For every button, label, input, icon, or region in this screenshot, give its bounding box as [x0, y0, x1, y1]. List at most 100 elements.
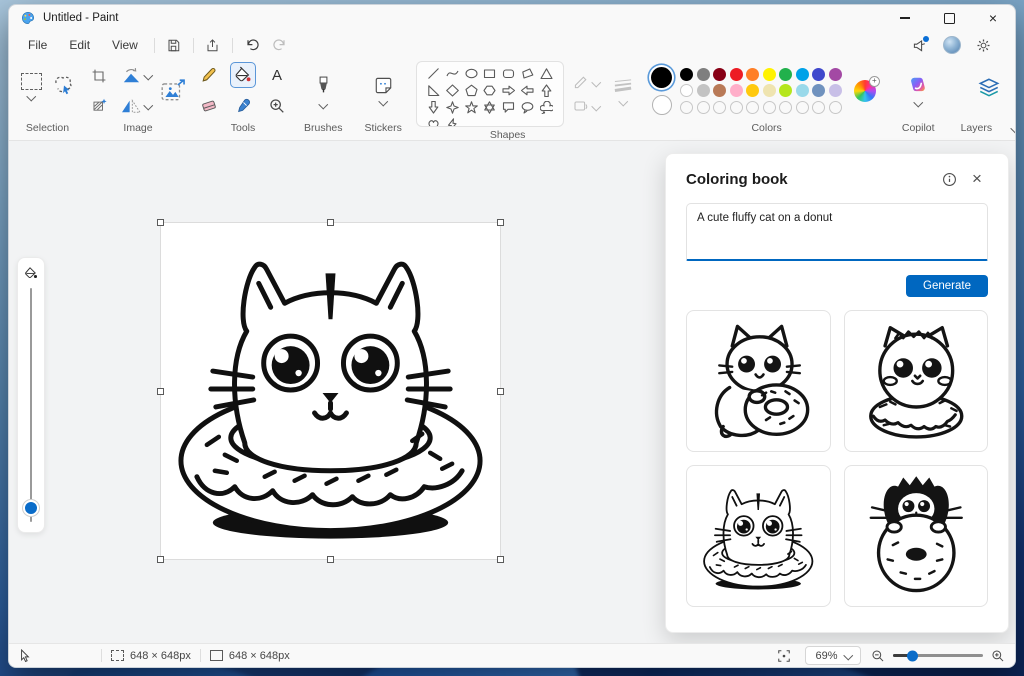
palette-swatch-1-9[interactable] — [828, 67, 842, 81]
shape-oval-bubble-icon[interactable] — [521, 100, 535, 114]
brushes-button[interactable] — [315, 74, 332, 109]
palette-swatch-2-7[interactable] — [795, 84, 809, 97]
palette-swatch-empty[interactable] — [746, 100, 760, 114]
shape-arrow-left-icon[interactable] — [521, 83, 535, 97]
palette-swatch-2-2[interactable] — [713, 84, 727, 97]
palette-swatch-empty[interactable] — [713, 100, 727, 114]
fill-tool[interactable] — [230, 62, 256, 88]
fit-to-screen-button[interactable] — [777, 649, 791, 663]
free-form-select-tool[interactable] — [52, 74, 74, 101]
copilot-button[interactable] — [908, 75, 929, 108]
shape-hexagon-icon[interactable] — [483, 83, 497, 97]
account-avatar[interactable] — [943, 36, 961, 54]
slider-track[interactable] — [23, 288, 39, 522]
selection-handle-nw[interactable] — [157, 219, 164, 226]
thumbnail-cat-hugging-donut[interactable] — [686, 310, 831, 452]
close-button[interactable]: × — [971, 5, 1015, 31]
selection-handle-sw[interactable] — [157, 556, 164, 563]
shape-oval-icon[interactable] — [464, 66, 478, 80]
palette-swatch-empty[interactable] — [779, 100, 793, 114]
resize-image-button[interactable] — [156, 74, 190, 108]
generate-button[interactable]: Generate — [906, 275, 988, 297]
selection-handle-ne[interactable] — [497, 219, 504, 226]
background-color-swatch[interactable] — [651, 94, 672, 115]
shape-arrow-right-icon[interactable] — [502, 83, 516, 97]
foreground-color-swatch[interactable] — [651, 66, 673, 88]
color-picker-tool[interactable] — [230, 93, 256, 119]
shape-five-point-star-icon[interactable] — [464, 100, 478, 114]
thumbnail-black-cat-behind-donut[interactable] — [843, 465, 988, 607]
palette-swatch-2-1[interactable] — [696, 84, 710, 97]
shape-fill-button[interactable] — [573, 99, 601, 113]
zoom-out-button[interactable] — [871, 649, 885, 663]
pencil-tool[interactable] — [196, 62, 222, 88]
palette-swatch-empty[interactable] — [729, 100, 743, 114]
palette-swatch-1-4[interactable] — [746, 67, 760, 81]
zoom-slider[interactable] — [893, 650, 983, 661]
selection-handle-s[interactable] — [327, 556, 334, 563]
layers-button[interactable] — [977, 77, 1001, 104]
save-button[interactable] — [160, 33, 188, 57]
menu-edit[interactable]: Edit — [58, 34, 101, 56]
info-button[interactable] — [938, 168, 960, 190]
minimize-button[interactable] — [883, 5, 927, 31]
eraser-tool[interactable] — [196, 93, 222, 119]
zoom-in-button[interactable] — [991, 649, 1005, 663]
shape-rectangle-icon[interactable] — [483, 66, 497, 80]
palette-swatch-1-3[interactable] — [729, 67, 743, 81]
magnifier-tool[interactable] — [264, 93, 290, 119]
palette-swatch-empty[interactable] — [762, 100, 776, 114]
canvas[interactable] — [157, 219, 504, 563]
shape-pentagon-icon[interactable] — [464, 83, 478, 97]
settings-button[interactable] — [976, 38, 991, 53]
share-button[interactable] — [199, 33, 227, 57]
rotate-button[interactable] — [118, 63, 153, 89]
shape-four-point-star-icon[interactable] — [445, 100, 459, 114]
shape-right-triangle-icon[interactable] — [426, 83, 440, 97]
slider-thumb[interactable] — [23, 500, 39, 516]
palette-swatch-2-4[interactable] — [746, 84, 760, 97]
menu-file[interactable]: File — [17, 34, 58, 56]
chevron-down-icon[interactable] — [26, 91, 37, 101]
flip-button[interactable] — [118, 93, 153, 119]
palette-swatch-2-3[interactable] — [729, 84, 743, 97]
palette-swatch-1-6[interactable] — [779, 67, 793, 81]
selection-handle-e[interactable] — [497, 388, 504, 395]
feedback-button[interactable] — [912, 36, 929, 53]
palette-swatch-2-6[interactable] — [779, 84, 793, 97]
palette-swatch-empty[interactable] — [828, 100, 842, 114]
crop-button[interactable] — [86, 63, 112, 89]
palette-swatch-1-2[interactable] — [713, 67, 727, 81]
selection-handle-w[interactable] — [157, 388, 164, 395]
palette-swatch-1-1[interactable] — [696, 67, 710, 81]
palette-swatch-1-0[interactable] — [680, 67, 694, 81]
thumbnail-fluffy-cat-on-donut[interactable] — [843, 310, 988, 452]
menu-view[interactable]: View — [101, 34, 149, 56]
stickers-button[interactable] — [374, 76, 393, 107]
palette-swatch-2-5[interactable] — [762, 84, 776, 97]
text-tool[interactable]: A — [264, 62, 290, 88]
chevron-down-icon[interactable] — [1010, 123, 1015, 133]
shape-curve-icon[interactable] — [445, 66, 459, 80]
zoom-level-dropdown[interactable]: 69% — [805, 646, 861, 665]
palette-swatch-empty[interactable] — [696, 100, 710, 114]
shape-line-icon[interactable] — [426, 66, 440, 80]
selection-handle-se[interactable] — [497, 556, 504, 563]
shape-speech-bubble-icon[interactable] — [502, 100, 516, 114]
rectangle-select-tool[interactable] — [21, 73, 42, 90]
shape-triangle-icon[interactable] — [539, 66, 553, 80]
magic-erase-button[interactable] — [86, 93, 112, 119]
palette-swatch-1-8[interactable] — [812, 67, 826, 81]
panel-close-button[interactable]: × — [966, 168, 988, 190]
selection-handle-n[interactable] — [327, 219, 334, 226]
shape-diamond-icon[interactable] — [445, 83, 459, 97]
shape-cloud-bubble-icon[interactable] — [539, 100, 553, 114]
edit-colors-button[interactable]: + — [853, 75, 880, 102]
shape-lightning-icon[interactable] — [445, 117, 459, 126]
palette-swatch-1-7[interactable] — [795, 67, 809, 81]
shape-rounded-rectangle-icon[interactable] — [502, 66, 516, 80]
shape-arrow-down-icon[interactable] — [426, 100, 440, 114]
shape-heart-icon[interactable] — [426, 117, 440, 126]
shape-six-point-star-icon[interactable] — [483, 100, 497, 114]
palette-swatch-2-8[interactable] — [812, 84, 826, 97]
